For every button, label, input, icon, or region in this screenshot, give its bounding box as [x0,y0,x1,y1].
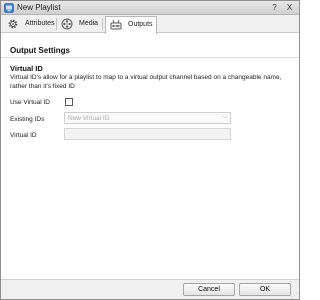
tab-bar: Attributes Media Outputs [1,15,299,34]
resize-grip-icon[interactable]: ⋰ [291,292,297,299]
virtual-id-input[interactable] [64,128,231,140]
tab-media[interactable]: Media [57,16,101,33]
output-device-icon [110,19,122,30]
section-divider [1,57,299,58]
outputs-panel: Output Settings Virtual ID Virtual ID's … [1,34,299,279]
gear-icon [8,19,18,29]
existing-ids-value: New Virtual ID [68,115,110,122]
ok-button[interactable]: OK [239,283,291,296]
section-title: Output Settings [10,46,70,55]
tab-outputs-label: Outputs [128,21,153,28]
virtual-id-label: Virtual ID [10,132,37,139]
chevron-down-icon: ⌵ [222,114,227,120]
close-button[interactable]: X [284,2,295,13]
use-virtual-id-checkbox[interactable] [65,98,73,106]
tab-attributes-label: Attributes [25,20,55,27]
dialog-window: New Playlist ? X Attributes Media Output… [0,0,300,300]
tab-outputs[interactable]: Outputs [105,16,157,34]
tab-attributes[interactable]: Attributes [3,16,55,33]
window-title: New Playlist [17,3,61,12]
title-bar[interactable]: New Playlist ? X [1,1,299,15]
app-icon [4,3,14,13]
existing-ids-label: Existing IDs [10,116,45,123]
existing-ids-dropdown[interactable]: New Virtual ID ⌵ [64,112,231,124]
cancel-button[interactable]: Cancel [183,283,235,296]
group-title: Virtual ID [10,64,43,73]
use-virtual-id-label: Use Virtual ID [10,99,50,106]
virtual-id-description: Virtual ID's allow for a playlist to map… [10,74,282,90]
dialog-footer: Cancel OK ⋰ [1,279,299,299]
tab-media-label: Media [79,20,99,27]
tab-divider [102,18,103,30]
film-reel-icon [61,18,73,30]
help-button[interactable]: ? [269,2,280,13]
